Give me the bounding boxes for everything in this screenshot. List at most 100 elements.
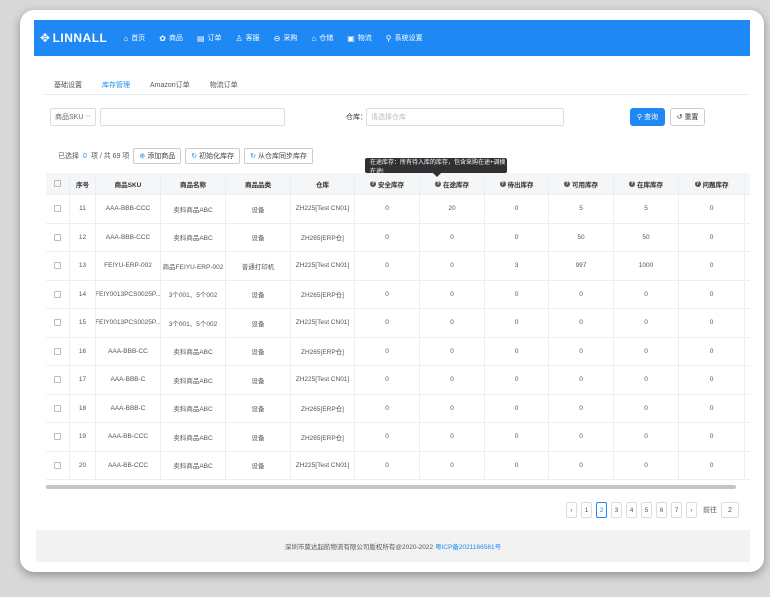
purchase-icon: ⊖ — [273, 33, 281, 43]
table-cell: 14 — [70, 280, 96, 308]
table-cell: 50 — [614, 223, 679, 251]
table-cell: 0 — [614, 366, 679, 394]
help-icon[interactable]: ? — [694, 180, 701, 187]
column-header-label: 可用库存 — [572, 181, 598, 189]
nav-item-3[interactable]: ♙ 客服 — [236, 33, 260, 43]
table-cell: 0 — [355, 423, 420, 451]
sync-inventory-button[interactable]: ↻ 从仓库同步库存 — [244, 148, 314, 164]
table-row: 19 AAA-BB-CCC 卖科商品ABC 设备 ZH265[ERP仓] 0 0 0 0 0 0 — [46, 423, 750, 452]
table-cell: 0 — [679, 394, 745, 422]
table-cell: 0 — [549, 280, 614, 308]
help-icon[interactable]: ? — [629, 180, 635, 187]
icp-link[interactable]: 粤ICP备2021166581号 — [435, 541, 501, 551]
warehouse-select[interactable]: 请选择仓库 — [366, 108, 564, 126]
sku-search-input[interactable] — [100, 108, 285, 126]
help-icon[interactable]: ? — [370, 180, 376, 187]
row-checkbox[interactable] — [54, 319, 61, 327]
row-checkbox[interactable] — [54, 347, 61, 355]
tab-2[interactable]: Amazon订单 — [150, 80, 190, 95]
table-cell: 卖科商品ABC — [161, 394, 226, 422]
row-checkbox[interactable] — [54, 461, 61, 469]
table-cell: 0 — [549, 366, 614, 394]
page-button[interactable]: 1 — [581, 502, 592, 518]
tab-1[interactable]: 库存管理 — [102, 80, 130, 95]
row-checkbox[interactable] — [54, 433, 61, 441]
column-header-label: 序号 — [76, 181, 89, 189]
select-all-checkbox[interactable] — [54, 180, 61, 187]
help-icon[interactable]: ? — [499, 180, 506, 187]
table-body: 11 AAA-BBB-CCC 卖科商品ABC 设备 ZH225[Test CN01] 0 2… — [46, 195, 750, 480]
prev-page-button[interactable]: ‹ — [566, 502, 577, 518]
table-row: 14 FEIY0013PCS0025P... 3个001、5个002 设备 ZH265[… — [46, 280, 750, 309]
table-cell: FEIY0013PCS0025P... — [96, 280, 161, 308]
selected-prefix: 已选择 — [58, 153, 79, 160]
nav-item-1[interactable]: ✿ 商品 — [159, 33, 183, 43]
table-cell: 0 — [355, 223, 420, 251]
table-cell: 设备 — [226, 394, 291, 422]
table-cell: 5 — [614, 195, 679, 223]
page-button[interactable]: 6 — [656, 502, 667, 518]
row-checkbox[interactable] — [54, 233, 61, 241]
nav-item-4[interactable]: ⊖ 采购 — [274, 33, 298, 43]
init-inventory-button[interactable]: ↻ 初始化库存 — [185, 148, 241, 164]
table-cell: 卖科商品ABC — [161, 366, 226, 394]
help-icon[interactable]: ? — [435, 180, 441, 187]
table-cell: 19 — [70, 423, 96, 451]
filter-bar: 商品SKU ﹀ 仓库： 请选择仓库 ⚲ 查询 ↺ 重置 — [50, 108, 750, 128]
page-button[interactable]: 7 — [671, 502, 682, 518]
page-button[interactable]: 3 — [611, 502, 622, 518]
table-cell: 0 — [355, 252, 420, 280]
nav-item-5[interactable]: ⌂ 仓储 — [311, 33, 333, 43]
nav-item-2[interactable]: ▤ 订单 — [197, 33, 222, 43]
row-checkbox[interactable] — [54, 290, 61, 298]
page-button[interactable]: 2 — [596, 502, 607, 518]
table-cell: AAA-BBB-CCC — [96, 223, 161, 251]
help-icon[interactable]: ? — [564, 180, 570, 187]
selected-suffix: 项 / 共 69 项 — [90, 153, 130, 160]
table-cell: 0 — [679, 252, 745, 280]
sku-field-select[interactable]: 商品SKU ﹀ — [50, 108, 96, 126]
row-select-cell — [46, 309, 70, 337]
table-cell: 设备 — [226, 337, 291, 365]
table-cell: 设备 — [226, 195, 291, 223]
tab-3[interactable]: 物流订单 — [210, 80, 238, 95]
nav-item-0[interactable]: ⌂ 首页 — [123, 33, 145, 43]
nav-item-label: 商品 — [168, 35, 183, 42]
table-row: 20 AAA-BB-CCC 卖科商品ABC 设备 ZH225[Test CN01] 0 0 0… — [46, 451, 750, 480]
query-button[interactable]: ⚲ 查询 — [630, 108, 665, 126]
column-header[interactable] — [46, 173, 70, 194]
table-cell: FEIYU-ERP-002 — [96, 252, 161, 280]
table-cell: 设备 — [226, 309, 291, 337]
page-button[interactable]: 4 — [626, 502, 637, 518]
table-cell: ZH225[Test CN01] — [291, 366, 355, 394]
nav-item-label: 采购 — [283, 35, 298, 42]
column-header: ? 在库库存 — [614, 173, 679, 194]
table-cell: 0 — [355, 394, 420, 422]
page-button[interactable]: 5 — [641, 502, 652, 518]
table-cell: 卖科商品ABC — [161, 337, 226, 365]
row-checkbox[interactable] — [54, 376, 61, 384]
goto-page-input[interactable]: 2 — [721, 502, 739, 518]
table-cell: 设备 — [226, 451, 291, 479]
table-cell: ZH265[ERP仓] — [291, 394, 355, 422]
table-header: 序号 商品SKU 商品名称 商品品类 仓库? 安全库存? 在途库存? 待出库存? 可用库存? 在库… — [46, 173, 750, 195]
column-header-label: 待出库存 — [507, 181, 534, 189]
horizontal-scrollbar[interactable] — [46, 485, 736, 489]
nav-item-7[interactable]: ⚲ 系统设置 — [386, 33, 423, 43]
table-cell: ZH265[ERP仓] — [291, 337, 355, 365]
add-product-button[interactable]: ⊕ 添加商品 — [133, 148, 182, 164]
row-checkbox[interactable] — [54, 205, 61, 213]
settings-icon: ⚲ — [385, 33, 392, 43]
tab-0[interactable]: 基础设置 — [54, 80, 82, 95]
row-checkbox[interactable] — [54, 262, 61, 270]
column-header: ? 在途库存 — [420, 173, 485, 194]
table-cell: 15 — [70, 309, 96, 337]
reset-button[interactable]: ↺ 重置 — [670, 108, 705, 126]
table-cell: ZH265[ERP仓] — [291, 280, 355, 308]
nav-item-6[interactable]: ▣ 物流 — [347, 33, 372, 43]
row-checkbox[interactable] — [54, 404, 61, 412]
goto-label: 前往 — [703, 507, 717, 514]
warehouse-placeholder: 请选择仓库 — [371, 114, 406, 121]
table-cell: 0 — [549, 337, 614, 365]
next-page-button[interactable]: › — [686, 502, 697, 518]
